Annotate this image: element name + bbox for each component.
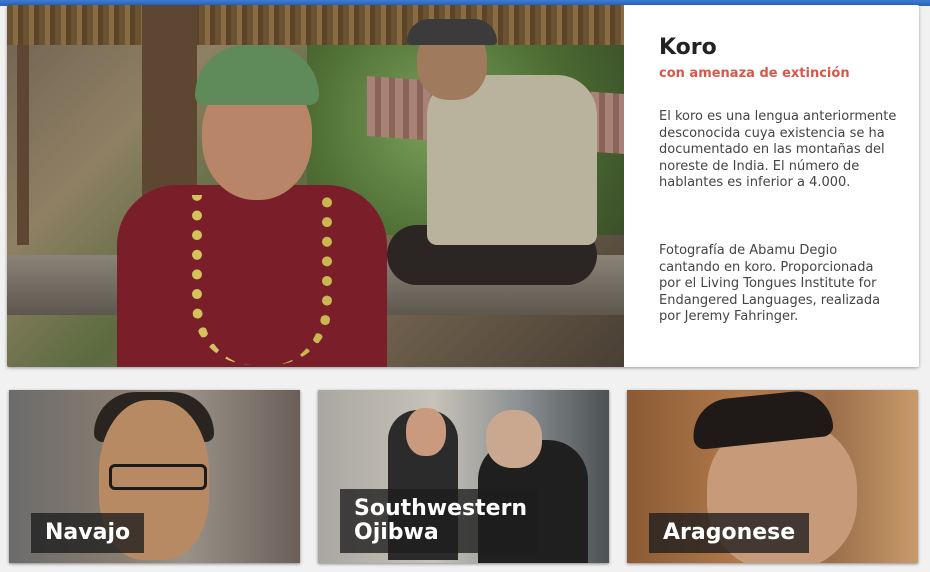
endangerment-status: con amenaza de extinción xyxy=(659,66,850,81)
card-label: Aragonese xyxy=(649,513,810,553)
man-figure xyxy=(387,15,597,295)
language-title: Koro xyxy=(659,35,717,60)
wooden-post xyxy=(17,45,29,245)
card-label: Navajo xyxy=(31,513,145,553)
language-card-southwestern-ojibwa[interactable]: Southwestern Ojibwa xyxy=(318,390,609,563)
photo-credit: Fotografía de Abamu Degio cantando en ko… xyxy=(659,243,881,324)
language-card-navajo[interactable]: Navajo xyxy=(9,390,300,563)
woman-figure xyxy=(117,35,387,367)
featured-language-panel: Koro con amenaza de extinción El koro es… xyxy=(7,5,919,367)
language-description: El koro es una lengua anteriormente desc… xyxy=(659,109,897,190)
featured-photo[interactable] xyxy=(7,5,624,367)
language-info: Koro con amenaza de extinción El koro es… xyxy=(624,5,919,367)
language-card-aragonese[interactable]: Aragonese xyxy=(627,390,918,563)
card-label: Southwestern Ojibwa xyxy=(340,489,538,553)
